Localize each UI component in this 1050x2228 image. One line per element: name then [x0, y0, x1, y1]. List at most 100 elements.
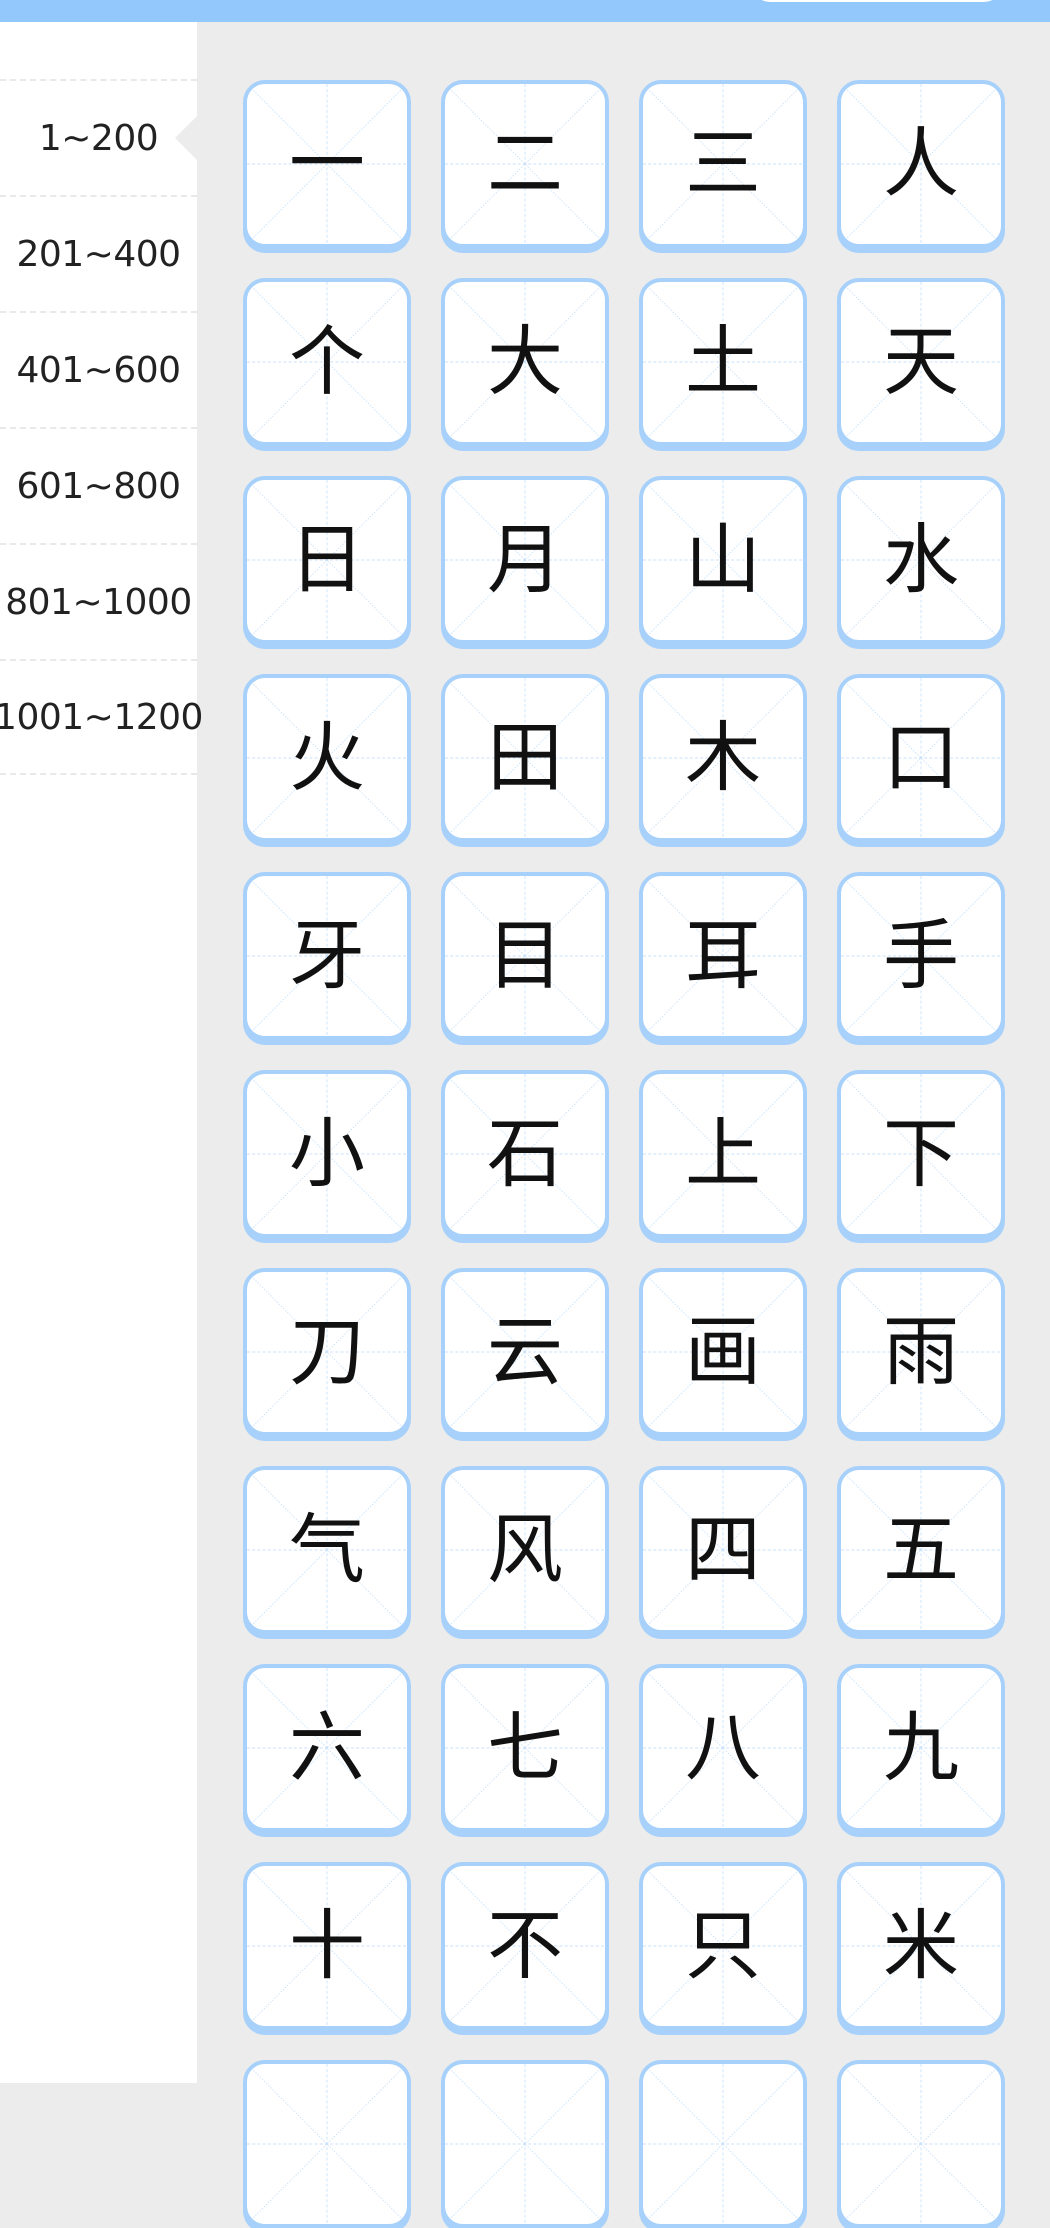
character-glyph: 石 [487, 1109, 563, 1198]
character-glyph: 云 [487, 1307, 563, 1396]
character-tile[interactable]: 个 [243, 278, 411, 446]
character-tile[interactable]: 十 [243, 1862, 411, 2030]
character-glyph: 土 [685, 317, 761, 406]
character-tile[interactable]: 土 [639, 278, 807, 446]
tianzige-grid-lines [643, 2064, 803, 2224]
range-item-801-1000[interactable]: 801~1000 [0, 543, 197, 659]
character-glyph: 气 [289, 1505, 365, 1594]
character-tile[interactable]: 风 [441, 1466, 609, 1634]
character-tile[interactable]: 小 [243, 1070, 411, 1238]
character-tile[interactable]: 手 [837, 872, 1005, 1040]
tianzige-grid-lines [247, 2064, 407, 2224]
character-glyph: 十 [289, 1901, 365, 1990]
character-glyph: 九 [883, 1703, 959, 1792]
character-tile[interactable]: 五 [837, 1466, 1005, 1634]
character-tile[interactable]: 一 [243, 80, 411, 248]
character-glyph: 雨 [883, 1307, 959, 1396]
character-tile[interactable]: 刀 [243, 1268, 411, 1436]
character-tile[interactable]: 日 [243, 476, 411, 644]
character-tile[interactable]: 四 [639, 1466, 807, 1634]
character-glyph: 四 [685, 1505, 761, 1594]
character-tile[interactable]: 云 [441, 1268, 609, 1436]
character-glyph: 水 [883, 515, 959, 604]
character-glyph: 刀 [289, 1307, 365, 1396]
character-glyph: 手 [883, 911, 959, 1000]
range-item-601-800[interactable]: 601~800 [0, 427, 197, 543]
range-item-401-600[interactable]: 401~600 [0, 311, 197, 427]
top-bar [0, 0, 1050, 22]
character-glyph: 火 [289, 713, 365, 802]
character-glyph: 上 [685, 1109, 761, 1198]
tianzige-grid-lines [841, 2064, 1001, 2224]
character-tile[interactable]: 气 [243, 1466, 411, 1634]
character-tile[interactable]: 木 [639, 674, 807, 842]
character-glyph: 个 [289, 317, 365, 406]
character-tile[interactable]: 天 [837, 278, 1005, 446]
character-glyph: 大 [487, 317, 563, 406]
top-bar-pill [752, 0, 1002, 2]
character-glyph: 一 [289, 119, 365, 208]
character-tile[interactable]: 不 [441, 1862, 609, 2030]
character-glyph: 人 [883, 119, 959, 208]
character-tile[interactable]: 人 [837, 80, 1005, 248]
character-glyph: 口 [883, 713, 959, 802]
character-glyph: 月 [487, 515, 563, 604]
character-tile[interactable]: 大 [441, 278, 609, 446]
range-item-1001-1200[interactable]: 1001~1200 [0, 659, 203, 775]
character-tile[interactable]: 米 [837, 1862, 1005, 2030]
character-glyph: 山 [685, 515, 761, 604]
character-tile[interactable]: 八 [639, 1664, 807, 1832]
character-glyph: 日 [289, 515, 365, 604]
character-glyph: 不 [487, 1901, 563, 1990]
character-tile[interactable]: 口 [837, 674, 1005, 842]
character-tile[interactable]: 上 [639, 1070, 807, 1238]
character-glyph: 木 [685, 713, 761, 802]
character-tile[interactable] [243, 2060, 411, 2228]
character-tile[interactable]: 山 [639, 476, 807, 644]
character-tile[interactable]: 耳 [639, 872, 807, 1040]
character-glyph: 五 [883, 1505, 959, 1594]
character-tile[interactable]: 水 [837, 476, 1005, 644]
character-tile[interactable]: 九 [837, 1664, 1005, 1832]
character-tile[interactable]: 石 [441, 1070, 609, 1238]
character-glyph: 耳 [685, 911, 761, 1000]
character-glyph: 牙 [289, 911, 365, 1000]
character-glyph: 目 [487, 911, 563, 1000]
character-glyph: 田 [487, 713, 563, 802]
range-label: 1001~1200 [0, 696, 203, 738]
range-item-1-200[interactable]: 1~200 [0, 79, 197, 195]
character-glyph: 二 [487, 119, 563, 208]
character-glyph: 六 [289, 1703, 365, 1792]
character-glyph: 下 [883, 1109, 959, 1198]
character-tile[interactable]: 田 [441, 674, 609, 842]
character-tile[interactable]: 目 [441, 872, 609, 1040]
range-label: 801~1000 [5, 581, 192, 623]
range-label: 401~600 [16, 349, 181, 391]
character-glyph: 风 [487, 1505, 563, 1594]
range-label: 201~400 [16, 233, 181, 275]
character-tile[interactable] [837, 2060, 1005, 2228]
character-tile[interactable]: 三 [639, 80, 807, 248]
character-tile[interactable]: 六 [243, 1664, 411, 1832]
range-item-201-400[interactable]: 201~400 [0, 195, 197, 311]
character-glyph: 天 [883, 317, 959, 406]
character-glyph: 画 [685, 1307, 761, 1396]
character-glyph: 八 [685, 1703, 761, 1792]
character-grid: 一 二 三 人个 大 土 天日 月 山 水火 田 木 口牙 目 耳 手小 石 上 下刀 云 画 雨气 风 四 五六 七 八 九十 不 只 米 [243, 80, 1005, 2228]
character-glyph: 小 [289, 1109, 365, 1198]
character-tile[interactable]: 七 [441, 1664, 609, 1832]
character-tile[interactable]: 二 [441, 80, 609, 248]
character-tile[interactable]: 火 [243, 674, 411, 842]
tianzige-grid-lines [445, 2064, 605, 2224]
character-tile[interactable]: 下 [837, 1070, 1005, 1238]
character-tile[interactable] [639, 2060, 807, 2228]
character-tile[interactable]: 月 [441, 476, 609, 644]
character-tile[interactable]: 牙 [243, 872, 411, 1040]
character-tile[interactable]: 画 [639, 1268, 807, 1436]
range-sidebar: 1~200 201~400 401~600 601~800 801~1000 1… [0, 22, 203, 2083]
character-tile[interactable] [441, 2060, 609, 2228]
character-tile[interactable]: 只 [639, 1862, 807, 2030]
character-tile[interactable]: 雨 [837, 1268, 1005, 1436]
character-glyph: 只 [685, 1901, 761, 1990]
character-glyph: 米 [883, 1901, 959, 1990]
